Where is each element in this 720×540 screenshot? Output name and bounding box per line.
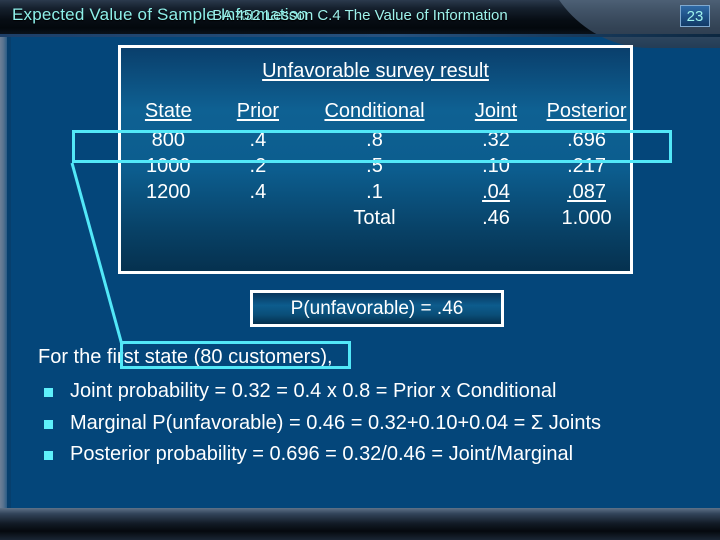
lead-sentence: For the first state (80 customers), bbox=[38, 346, 333, 368]
p-unfavorable-text: P(unfavorable) = .46 bbox=[290, 297, 464, 319]
cell-prior: .2 bbox=[249, 155, 267, 177]
list-item: Marginal P(unfavorable) = 0.46 = 0.32+0.… bbox=[38, 410, 698, 437]
footer-text: BA 452 Lesson C.4 The Value of Informati… bbox=[212, 7, 508, 24]
slide-canvas: Expected Value of Sample Information Unf… bbox=[0, 0, 720, 540]
slide-footer-bar bbox=[0, 508, 720, 540]
cell-joint: .04 bbox=[449, 180, 543, 206]
total-label: Total bbox=[353, 207, 396, 229]
cell-posterior-value: .087 bbox=[567, 181, 607, 203]
cell-posterior: .087 bbox=[543, 180, 630, 206]
cell-conditional: .5 bbox=[366, 155, 383, 177]
column-header-prior: Prior bbox=[236, 100, 280, 122]
cell-state: 1000 bbox=[146, 155, 191, 177]
cell-state: 1200 bbox=[146, 181, 191, 203]
cell-prior: .4 bbox=[249, 181, 267, 203]
cell-joint: .32 bbox=[482, 129, 510, 151]
column-header-conditional: Conditional bbox=[324, 100, 425, 122]
list-item: Posterior probability = 0.696 = 0.32/0.4… bbox=[38, 441, 698, 468]
column-header-posterior: Posterior bbox=[546, 100, 627, 122]
column-header-joint: Joint bbox=[474, 100, 518, 122]
explanation-bullet-list: Joint probability = 0.32 = 0.4 x 0.8 = P… bbox=[38, 378, 698, 473]
left-edge-strip-inner bbox=[7, 0, 11, 540]
p-unfavorable-callout: P(unfavorable) = .46 bbox=[250, 290, 504, 327]
column-header-state: State bbox=[144, 100, 192, 122]
left-edge-strip bbox=[0, 0, 7, 540]
table-total-row: Total .46 1.000 bbox=[121, 206, 630, 232]
page-number-badge: 23 bbox=[680, 5, 710, 27]
total-joint: .46 bbox=[482, 207, 510, 229]
bayes-probability-table: State Prior Conditional Joint Posterior … bbox=[121, 100, 630, 232]
cell-joint: .10 bbox=[482, 155, 510, 177]
probability-table-panel: Unfavorable survey result State Prior Co… bbox=[118, 45, 633, 274]
table-row: 800 .4 .8 .32 .696 bbox=[121, 128, 630, 154]
list-item: Joint probability = 0.32 = 0.4 x 0.8 = P… bbox=[38, 378, 698, 405]
table-panel-title: Unfavorable survey result bbox=[262, 60, 489, 82]
table-row: 1200 .4 .1 .04 .087 bbox=[121, 180, 630, 206]
table-header-row: State Prior Conditional Joint Posterior bbox=[121, 100, 630, 128]
cell-posterior: .217 bbox=[567, 155, 607, 177]
cell-conditional: .1 bbox=[366, 181, 383, 203]
cell-state: 800 bbox=[151, 129, 185, 151]
table-row: 1000 .2 .5 .10 .217 bbox=[121, 154, 630, 180]
cell-posterior: .696 bbox=[567, 129, 607, 151]
title-bar-underline bbox=[0, 34, 720, 37]
cell-prior: .4 bbox=[249, 129, 267, 151]
cell-conditional: .8 bbox=[366, 129, 383, 151]
cell-joint-value: .04 bbox=[482, 181, 510, 203]
total-posterior: 1.000 bbox=[561, 207, 612, 229]
